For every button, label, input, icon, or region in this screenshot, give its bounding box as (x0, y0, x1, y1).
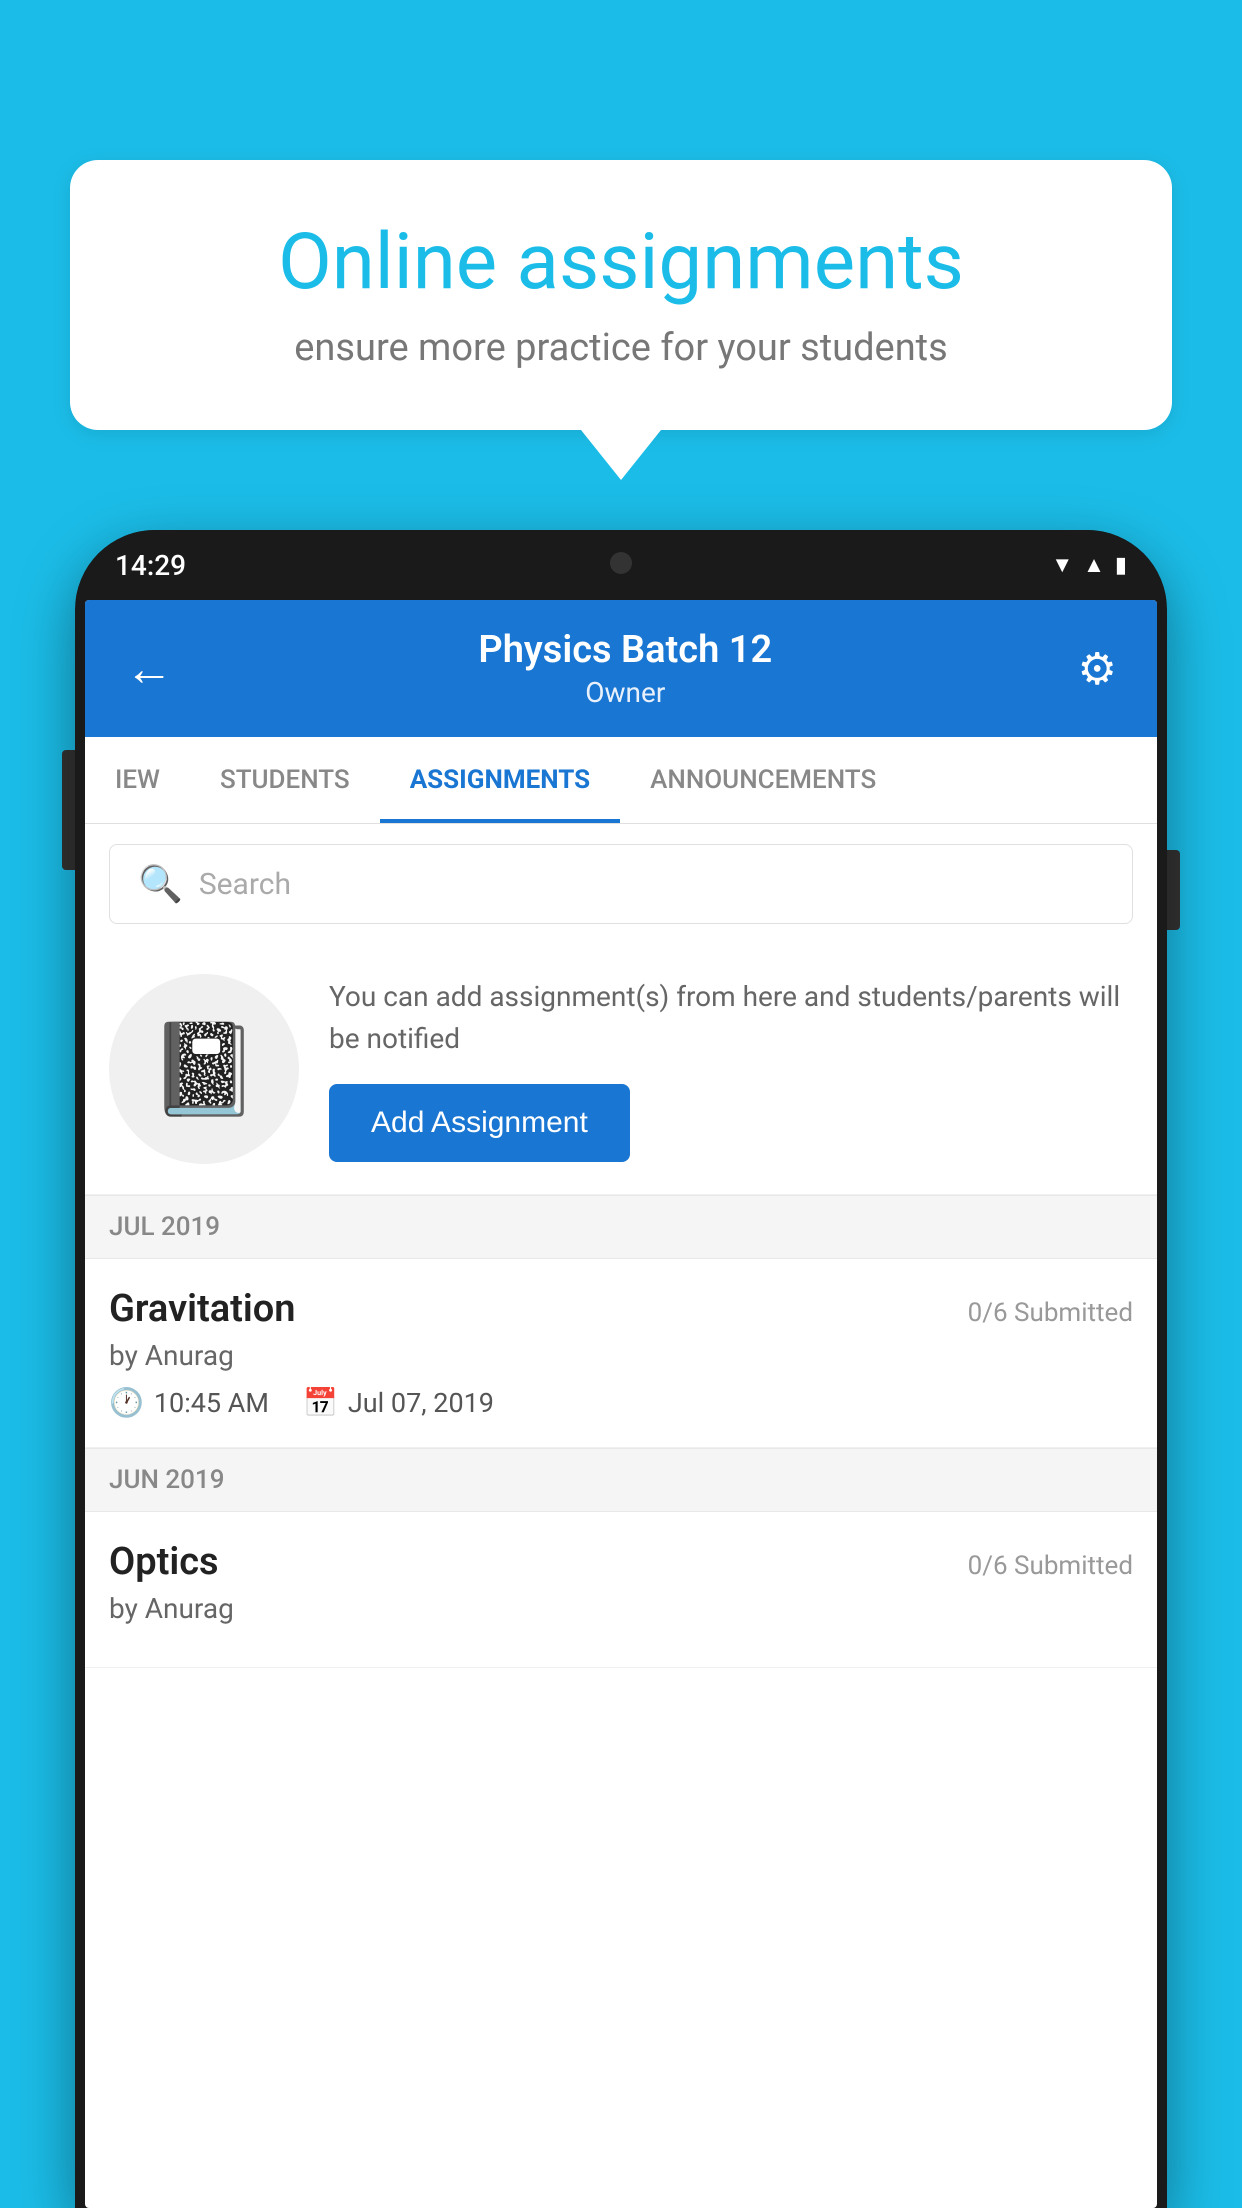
status-icons: ▼ ▲ ▮ (1051, 552, 1127, 578)
camera (610, 552, 632, 574)
search-icon: 🔍 (138, 863, 183, 905)
promo-content: You can add assignment(s) from here and … (329, 976, 1133, 1162)
search-placeholder: Search (199, 867, 291, 902)
tab-students[interactable]: STUDENTS (190, 737, 380, 823)
assignment-time: 🕐 10:45 AM (109, 1386, 269, 1419)
promo-description: You can add assignment(s) from here and … (329, 976, 1133, 1060)
app-header: ← Physics Batch 12 Owner ⚙ (85, 600, 1157, 737)
promo-icon-circle: 📓 (109, 974, 299, 1164)
assignment-time-value: 10:45 AM (154, 1387, 269, 1419)
assignment-date-value: Jul 07, 2019 (348, 1387, 494, 1419)
header-center: Physics Batch 12 Owner (478, 628, 772, 709)
assignment-by: by Anurag (109, 1339, 1133, 1372)
app-screen: ← Physics Batch 12 Owner ⚙ IEW STUDENTS … (85, 600, 1157, 2208)
section-header-jun: JUN 2019 (85, 1448, 1157, 1512)
section-header-jul: JUL 2019 (85, 1195, 1157, 1259)
add-assignment-button[interactable]: Add Assignment (329, 1084, 630, 1162)
promo-section: 📓 You can add assignment(s) from here an… (85, 944, 1157, 1195)
batch-role: Owner (478, 676, 772, 709)
speech-bubble-card: Online assignments ensure more practice … (70, 160, 1172, 430)
bubble-subtitle: ensure more practice for your students (150, 326, 1092, 370)
battery-icon: ▮ (1115, 553, 1127, 578)
tabs-bar: IEW STUDENTS ASSIGNMENTS ANNOUNCEMENTS (85, 737, 1157, 824)
assignment-by-2: by Anurag (109, 1592, 1133, 1625)
clock-icon: 🕐 (109, 1386, 144, 1419)
assignment-item-optics[interactable]: Optics 0/6 Submitted by Anurag (85, 1512, 1157, 1668)
bubble-title: Online assignments (150, 220, 1092, 306)
notebook-icon: 📓 (148, 1017, 260, 1122)
assignment-name-2: Optics (109, 1540, 219, 1584)
wifi-icon: ▼ (1051, 552, 1073, 578)
phone-power-button (1166, 850, 1180, 930)
assignment-meta: 🕐 10:45 AM 📅 Jul 07, 2019 (109, 1386, 1133, 1419)
assignment-row-top-2: Optics 0/6 Submitted (109, 1540, 1133, 1584)
status-bar: 14:29 ▼ ▲ ▮ (75, 530, 1167, 600)
signal-icon: ▲ (1083, 552, 1105, 578)
settings-icon[interactable]: ⚙ (1078, 643, 1117, 695)
phone-volume-button (62, 750, 76, 870)
phone-notch (531, 530, 711, 585)
assignment-name: Gravitation (109, 1287, 296, 1331)
assignment-row-top: Gravitation 0/6 Submitted (109, 1287, 1133, 1331)
batch-title: Physics Batch 12 (478, 628, 772, 672)
back-button[interactable]: ← (125, 640, 173, 697)
assignment-submitted-2: 0/6 Submitted (968, 1551, 1133, 1581)
search-container: 🔍 Search (85, 824, 1157, 944)
search-bar[interactable]: 🔍 Search (109, 844, 1133, 924)
speech-bubble-tail (581, 430, 661, 480)
assignment-item-gravitation[interactable]: Gravitation 0/6 Submitted by Anurag 🕐 10… (85, 1259, 1157, 1448)
tab-assignments[interactable]: ASSIGNMENTS (380, 737, 620, 823)
phone-frame: 14:29 ▼ ▲ ▮ ← Physics Batch 12 Owner ⚙ I… (75, 530, 1167, 2208)
calendar-icon: 📅 (303, 1386, 338, 1419)
tab-overview[interactable]: IEW (85, 737, 190, 823)
assignment-submitted: 0/6 Submitted (968, 1298, 1133, 1328)
promo-banner: Online assignments ensure more practice … (70, 160, 1172, 480)
assignment-date: 📅 Jul 07, 2019 (303, 1386, 494, 1419)
tab-announcements[interactable]: ANNOUNCEMENTS (620, 737, 906, 823)
status-time: 14:29 (115, 549, 186, 582)
